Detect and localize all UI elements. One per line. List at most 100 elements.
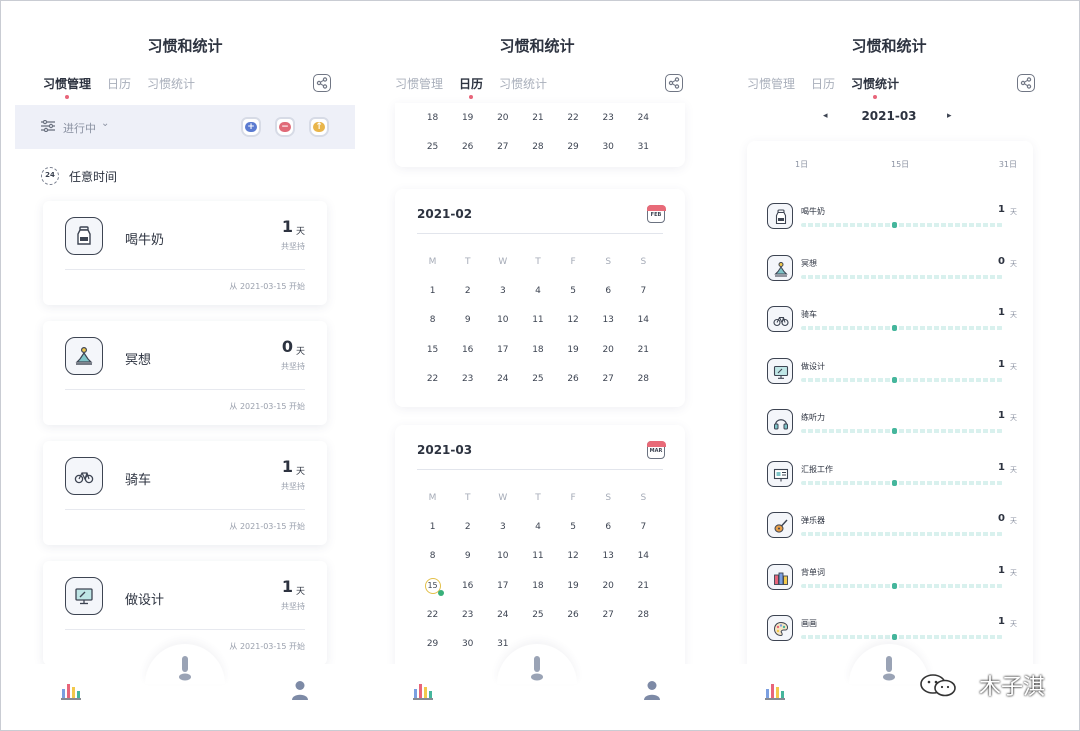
- calendar-day[interactable]: 22: [415, 610, 450, 620]
- calendar-day[interactable]: 26: [450, 142, 485, 152]
- calendar-day-today[interactable]: 15: [415, 577, 450, 596]
- calendar-day[interactable]: 7: [626, 522, 661, 532]
- calendar-day[interactable]: 13: [591, 315, 626, 325]
- calendar-day[interactable]: 12: [556, 551, 591, 561]
- calendar-day[interactable]: 4: [520, 522, 555, 532]
- calendar-day[interactable]: 21: [520, 113, 555, 123]
- tab-habit-stats[interactable]: 习惯统计: [147, 75, 195, 99]
- stats-chart-icon[interactable]: [413, 682, 433, 700]
- calendar-day[interactable]: 26: [556, 610, 591, 620]
- calendar-day[interactable]: 19: [556, 581, 591, 591]
- calendar-day[interactable]: 25: [520, 374, 555, 384]
- add-habit-fab-icon[interactable]: [882, 656, 896, 682]
- calendar-day[interactable]: 29: [415, 639, 450, 649]
- calendar-day[interactable]: 18: [520, 345, 555, 355]
- calendar-day[interactable]: 25: [520, 610, 555, 620]
- share-button[interactable]: [1017, 74, 1035, 92]
- calendar-day[interactable]: 29: [556, 142, 591, 152]
- calendar-day[interactable]: 15: [415, 345, 450, 355]
- calendar-day[interactable]: 11: [520, 551, 555, 561]
- calendar-day[interactable]: 25: [415, 142, 450, 152]
- calendar-day[interactable]: 10: [485, 551, 520, 561]
- calendar-day[interactable]: 20: [591, 581, 626, 591]
- calendar-day[interactable]: 30: [450, 639, 485, 649]
- calendar-day[interactable]: 23: [450, 610, 485, 620]
- calendar-day[interactable]: 2: [450, 286, 485, 296]
- calendar-day[interactable]: 28: [520, 142, 555, 152]
- habit-stat-row[interactable]: 背单词 1 天: [767, 563, 1017, 604]
- calendar-day[interactable]: 28: [626, 374, 661, 384]
- remove-habit-button[interactable]: −: [275, 117, 295, 137]
- calendar-day[interactable]: 9: [450, 315, 485, 325]
- calendar-day[interactable]: 6: [591, 522, 626, 532]
- calendar-day[interactable]: 9: [450, 551, 485, 561]
- tab-habit-management[interactable]: 习惯管理: [395, 75, 443, 99]
- calendar-day[interactable]: 21: [626, 581, 661, 591]
- calendar-day[interactable]: 5: [556, 286, 591, 296]
- calendar-day[interactable]: 31: [626, 142, 661, 152]
- calendar-day[interactable]: 5: [556, 522, 591, 532]
- habit-card[interactable]: 冥想 0 天 共坚持 从 2021-03-15 开始: [43, 321, 327, 425]
- tab-habit-stats[interactable]: 习惯统计: [851, 75, 899, 99]
- tab-habit-stats[interactable]: 习惯统计: [499, 75, 547, 99]
- calendar-day[interactable]: 26: [556, 374, 591, 384]
- calendar-day[interactable]: 24: [626, 113, 661, 123]
- add-habit-fab-icon[interactable]: [530, 656, 544, 682]
- tab-habit-management[interactable]: 习惯管理: [43, 75, 91, 99]
- upload-habit-button[interactable]: ↑: [309, 117, 329, 137]
- calendar-day[interactable]: 6: [591, 286, 626, 296]
- habit-stat-row[interactable]: 练听力 1 天: [767, 409, 1017, 449]
- calendar-day[interactable]: 1: [415, 522, 450, 532]
- stats-chart-icon[interactable]: [61, 682, 81, 700]
- habit-stat-row[interactable]: 骑车 1 天: [767, 306, 1017, 346]
- calendar-day[interactable]: 4: [520, 286, 555, 296]
- calendar-day[interactable]: 3: [485, 522, 520, 532]
- calendar-day[interactable]: 27: [591, 610, 626, 620]
- calendar-day[interactable]: 31: [485, 639, 520, 649]
- calendar-day[interactable]: 23: [591, 113, 626, 123]
- calendar-day[interactable]: 7: [626, 286, 661, 296]
- calendar-day[interactable]: 16: [450, 345, 485, 355]
- calendar-day[interactable]: 27: [485, 142, 520, 152]
- calendar-day[interactable]: 28: [626, 610, 661, 620]
- calendar-day[interactable]: 20: [485, 113, 520, 123]
- habit-stat-row[interactable]: 弹乐器 0 天: [767, 512, 1017, 552]
- calendar-day[interactable]: 3: [485, 286, 520, 296]
- calendar-day[interactable]: 17: [485, 345, 520, 355]
- tab-calendar[interactable]: 日历: [811, 75, 835, 99]
- calendar-day[interactable]: 14: [626, 315, 661, 325]
- calendar-day[interactable]: 18: [415, 113, 450, 123]
- calendar-day[interactable]: 22: [415, 374, 450, 384]
- habit-stat-row[interactable]: 汇报工作 1 天: [767, 460, 1017, 501]
- habit-stat-row[interactable]: 冥想 0 天: [767, 254, 1017, 295]
- user-profile-icon[interactable]: [291, 680, 309, 700]
- habit-stat-row[interactable]: 喝牛奶 1 天: [767, 203, 1017, 243]
- calendar-day[interactable]: 27: [591, 374, 626, 384]
- calendar-day[interactable]: 11: [520, 315, 555, 325]
- share-button[interactable]: [313, 74, 331, 92]
- calendar-day[interactable]: 22: [556, 113, 591, 123]
- tab-habit-management[interactable]: 习惯管理: [747, 75, 795, 99]
- calendar-day[interactable]: 19: [556, 345, 591, 355]
- calendar-day[interactable]: 10: [485, 315, 520, 325]
- calendar-day[interactable]: 20: [591, 345, 626, 355]
- calendar-day[interactable]: 8: [415, 315, 450, 325]
- calendar-day[interactable]: 19: [450, 113, 485, 123]
- calendar-day[interactable]: 21: [626, 345, 661, 355]
- calendar-day[interactable]: 30: [591, 142, 626, 152]
- calendar-day[interactable]: 8: [415, 551, 450, 561]
- calendar-day[interactable]: 13: [591, 551, 626, 561]
- tab-calendar[interactable]: 日历: [459, 75, 483, 99]
- tab-calendar[interactable]: 日历: [107, 75, 131, 99]
- filter-sliders-icon[interactable]: [41, 120, 55, 132]
- calendar-day[interactable]: 24: [485, 610, 520, 620]
- calendar-day[interactable]: 18: [520, 581, 555, 591]
- calendar-day[interactable]: 1: [415, 286, 450, 296]
- calendar-day[interactable]: 16: [450, 581, 485, 591]
- calendar-day[interactable]: 17: [485, 581, 520, 591]
- calendar-day[interactable]: 23: [450, 374, 485, 384]
- filter-status-select[interactable]: 进行中: [63, 120, 96, 136]
- calendar-day[interactable]: 2: [450, 522, 485, 532]
- user-profile-icon[interactable]: [643, 680, 661, 700]
- habit-stat-row[interactable]: 做设计 1 天: [767, 357, 1017, 398]
